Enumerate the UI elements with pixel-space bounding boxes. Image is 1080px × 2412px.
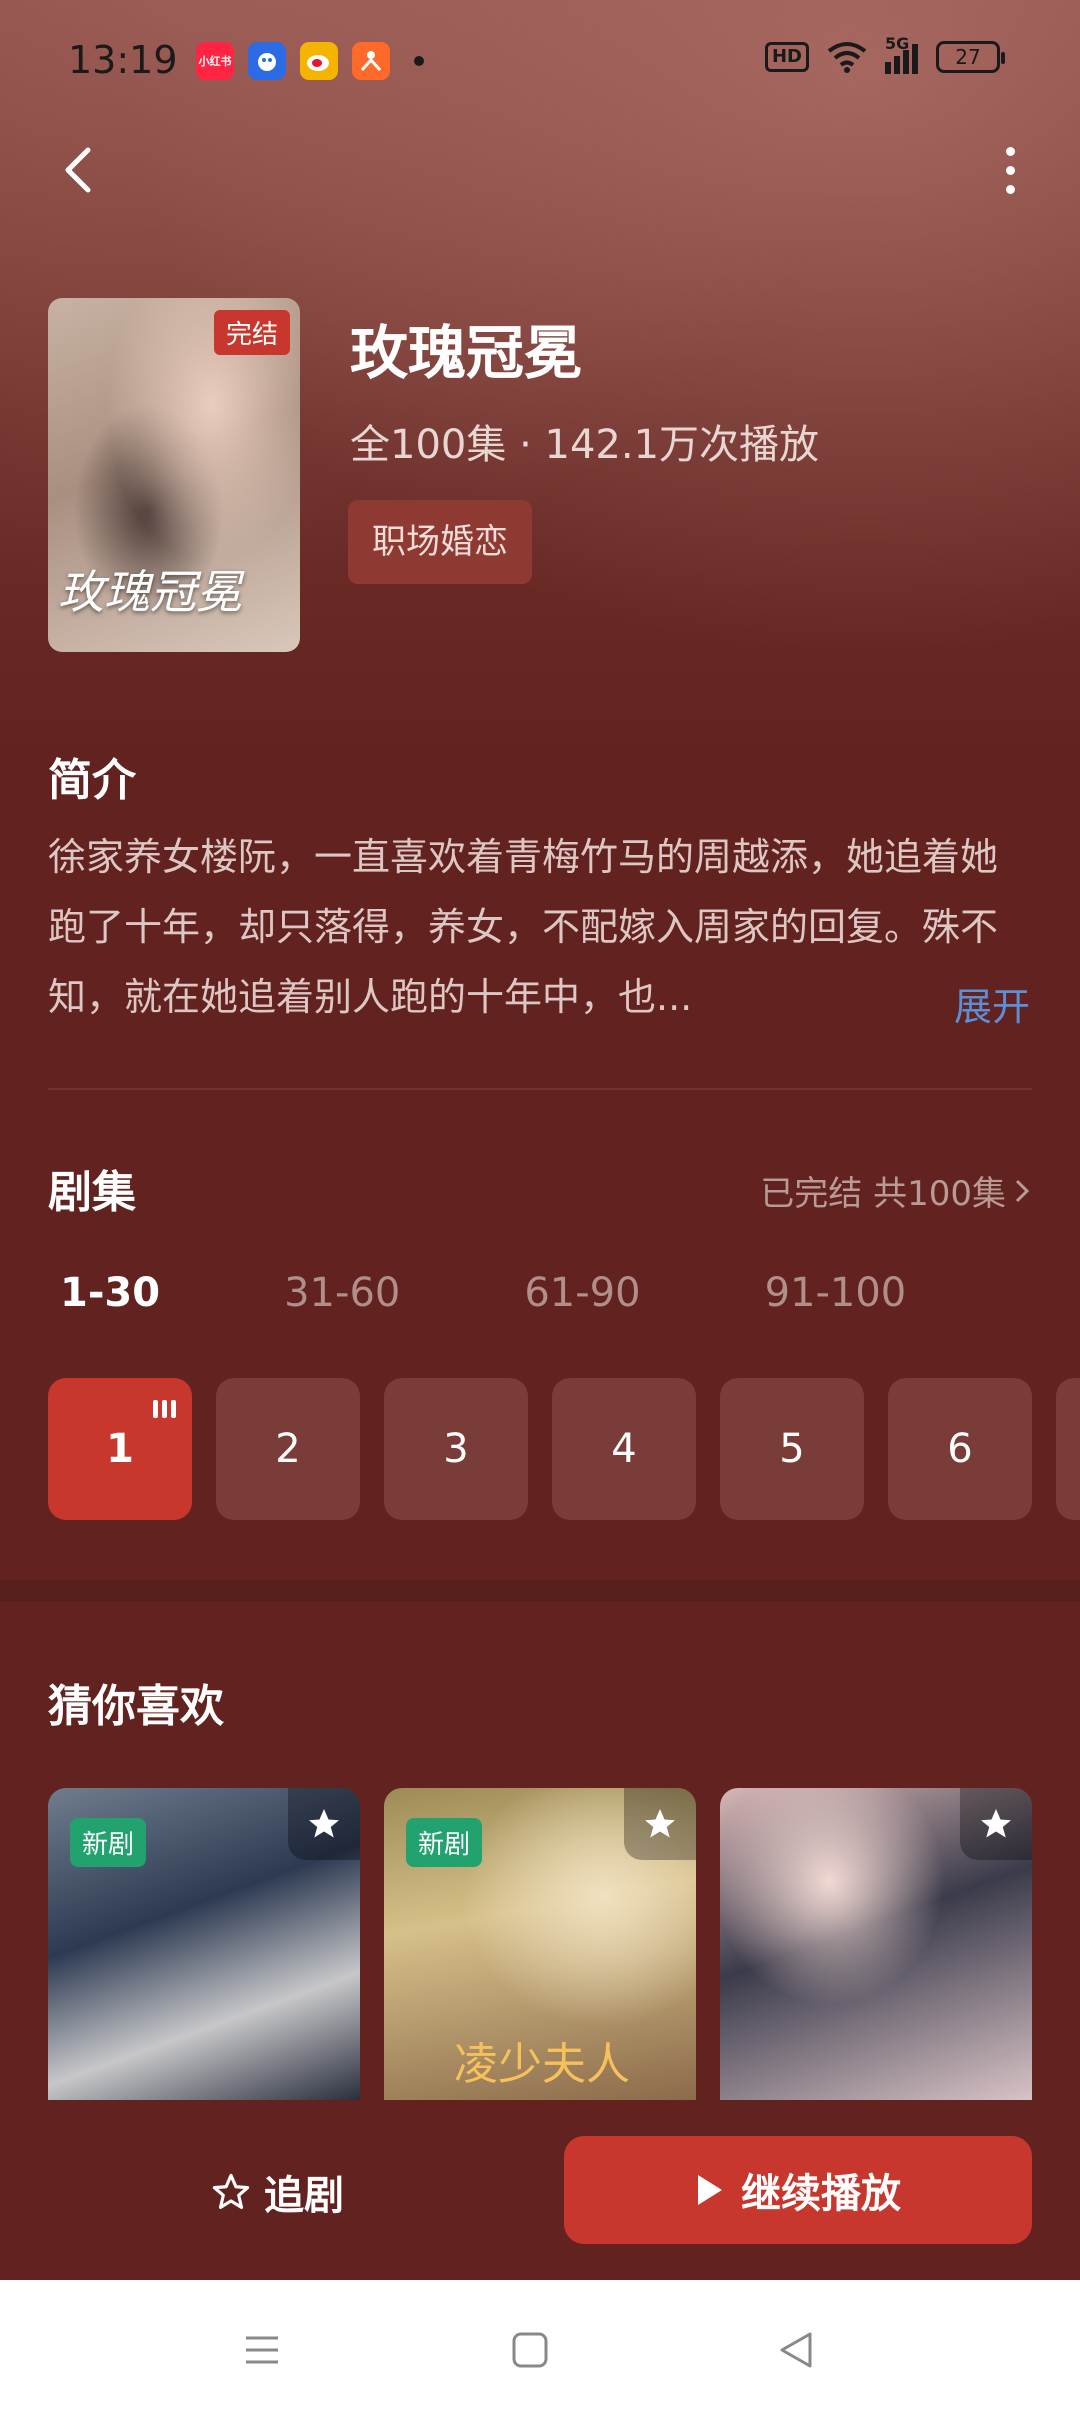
favorite-button[interactable] xyxy=(624,1788,696,1860)
recent-apps-button[interactable] xyxy=(232,2320,292,2380)
hd-badge: HD xyxy=(764,42,809,72)
more-options-button[interactable] xyxy=(980,140,1040,200)
meta-separator: · xyxy=(519,422,532,468)
signal-icon: 5G xyxy=(885,34,918,74)
status-time: 13:19 xyxy=(68,38,178,82)
notification-icons: 小红书 xyxy=(196,42,424,80)
star-icon xyxy=(309,1809,339,1838)
recommendation-list: 新剧 新剧 凌少夫人 xyxy=(48,1788,1032,2100)
xiaohongshu-icon: 小红书 xyxy=(196,42,234,80)
intro-text: 徐家养女楼阮，一直喜欢着青梅竹马的周越添，她追着她跑了十年，却只落得，养女，不配… xyxy=(48,835,999,1019)
new-drama-badge: 新剧 xyxy=(406,1818,483,1867)
completed-badge: 完结 xyxy=(213,310,290,355)
wifi-icon xyxy=(827,42,867,73)
episode-number: 4 xyxy=(611,1426,637,1472)
weibo-icon xyxy=(300,42,338,80)
play-count: 142.1万次播放 xyxy=(544,422,820,468)
favorite-button[interactable] xyxy=(960,1788,1032,1860)
status-bar: 13:19 小红书 HD 5G 27 xyxy=(0,0,1080,120)
chevron-left-icon xyxy=(65,147,91,193)
episode-button-2[interactable]: 2 xyxy=(216,1378,360,1520)
poster-title-art: 玫瑰冠冕 xyxy=(58,565,242,619)
drama-meta: 全100集 · 142.1万次播放 xyxy=(350,412,819,470)
drama-poster[interactable]: 完结 玫瑰冠冕 xyxy=(48,298,300,652)
range-tab-61-90[interactable]: 61-90 xyxy=(524,1270,640,1316)
episode-button-6[interactable]: 6 xyxy=(888,1378,1032,1520)
episode-number: 6 xyxy=(947,1426,973,1472)
system-navigation-bar xyxy=(0,2280,1080,2412)
home-button[interactable] xyxy=(500,2320,560,2380)
episode-number: 5 xyxy=(779,1426,805,1472)
episodes-status-link[interactable]: 已完结 共100集 xyxy=(760,1166,1032,1215)
follow-label: 追剧 xyxy=(264,2173,344,2219)
drama-title: 玫瑰冠冕 xyxy=(350,319,583,387)
recommendations-title: 猜你喜欢 xyxy=(48,1681,224,1732)
more-dot-icon xyxy=(1005,146,1015,156)
episode-button-1[interactable]: 1 xyxy=(48,1378,192,1520)
system-back-button[interactable] xyxy=(766,2320,826,2380)
episode-button-3[interactable]: 3 xyxy=(384,1378,528,1520)
episode-number: 2 xyxy=(275,1426,301,1472)
star-icon xyxy=(645,1809,675,1838)
star-icon xyxy=(981,1809,1011,1838)
episodes-status-text: 已完结 共100集 xyxy=(760,1174,1006,1214)
expand-button[interactable]: 展开 xyxy=(954,976,1030,1031)
star-outline-icon xyxy=(212,2173,250,2209)
back-triangle-icon xyxy=(780,2332,812,2368)
episode-button-partial[interactable] xyxy=(1056,1378,1080,1520)
episode-number: 1 xyxy=(106,1426,134,1472)
home-square-icon xyxy=(512,2332,548,2368)
episode-button-4[interactable]: 4 xyxy=(552,1378,696,1520)
range-tab-91-100[interactable]: 91-100 xyxy=(765,1270,907,1316)
network-type-label: 5G xyxy=(885,34,910,53)
genre-tag[interactable]: 职场婚恋 xyxy=(348,500,532,584)
battery-indicator: 27 xyxy=(936,41,1005,73)
range-tab-31-60[interactable]: 31-60 xyxy=(284,1270,400,1316)
play-icon xyxy=(698,2175,722,2205)
app-orange-icon xyxy=(352,42,390,80)
favorite-button[interactable] xyxy=(288,1788,360,1860)
baidu-icon xyxy=(248,42,286,80)
episode-range-tabs: 1-30 31-60 61-90 91-100 xyxy=(60,1270,1030,1316)
recommendation-card[interactable]: 新剧 凌少夫人 xyxy=(384,1788,696,2100)
continue-play-label: 继续播放 xyxy=(741,2171,901,2217)
episodes-title: 剧集 xyxy=(48,1167,136,1218)
episode-number: 3 xyxy=(443,1426,469,1472)
back-button[interactable] xyxy=(50,140,110,200)
episode-list: 1 2 3 4 5 6 xyxy=(48,1378,1080,1520)
recommendation-card[interactable] xyxy=(720,1788,1032,2100)
episode-button-5[interactable]: 5 xyxy=(720,1378,864,1520)
more-dot-icon xyxy=(1005,165,1015,175)
range-tab-1-30[interactable]: 1-30 xyxy=(60,1270,160,1316)
poster-caption-art: 凌少夫人 xyxy=(454,2039,630,2090)
section-gap xyxy=(0,1580,1080,1602)
system-status: HD 5G 27 xyxy=(764,34,1005,74)
more-dot-icon xyxy=(1005,184,1015,194)
now-playing-icon xyxy=(153,1400,176,1418)
continue-play-button[interactable]: 继续播放 xyxy=(564,2136,1032,2244)
new-drama-badge: 新剧 xyxy=(70,1818,147,1867)
more-notifications-dot xyxy=(414,56,424,66)
episode-count: 全100集 xyxy=(350,422,507,468)
menu-icon xyxy=(246,2336,278,2364)
follow-button[interactable]: 追剧 xyxy=(210,2160,344,2224)
section-divider xyxy=(48,1088,1032,1090)
chevron-right-icon xyxy=(1015,1179,1030,1202)
recommendation-card[interactable]: 新剧 xyxy=(48,1788,360,2100)
intro-title: 简介 xyxy=(48,755,136,806)
